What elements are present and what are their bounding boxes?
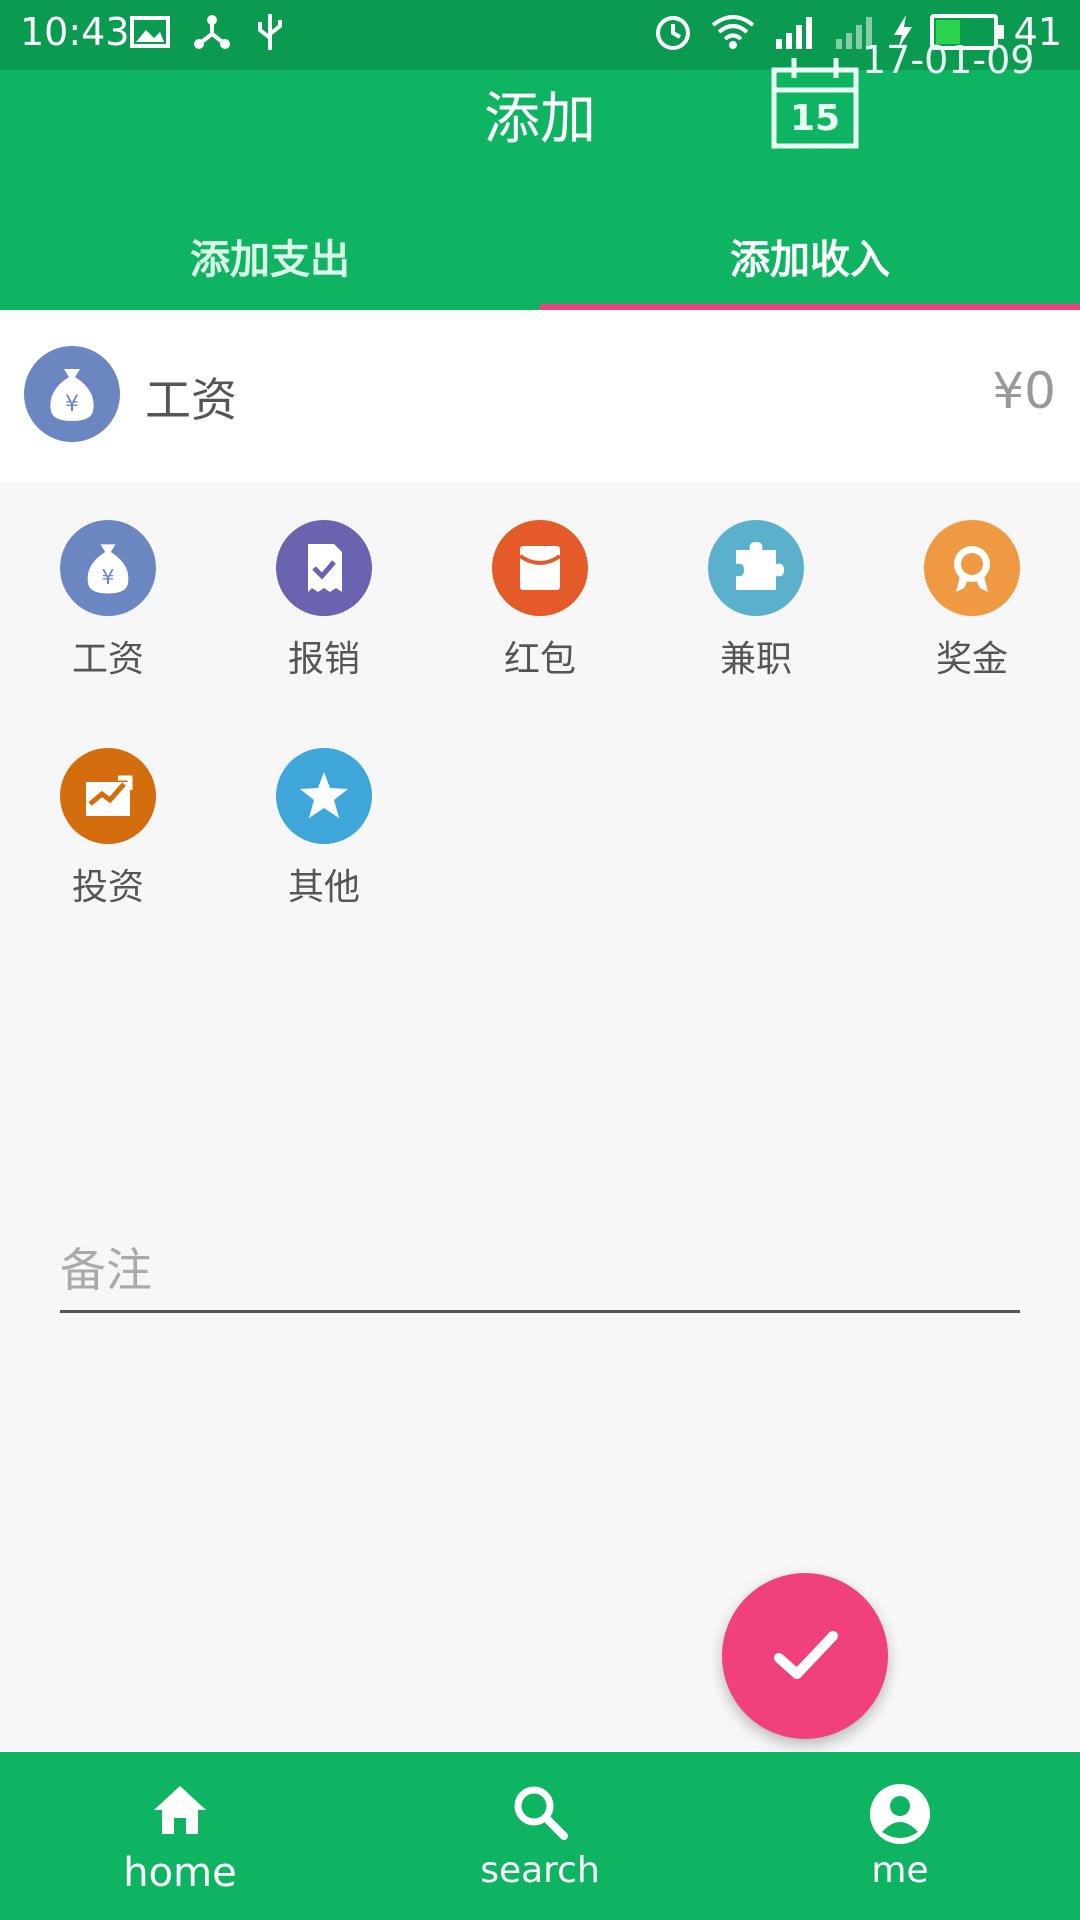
selected-category-row[interactable]: ¥ 工资 ¥0: [0, 312, 1080, 482]
category-label: 红包: [503, 639, 576, 680]
share-notification-icon: [194, 15, 230, 49]
status-time: 10:43: [20, 10, 130, 54]
alarm-icon: [655, 16, 690, 50]
usb-icon: [258, 14, 282, 50]
date-text[interactable]: 17-01-09: [862, 38, 1034, 82]
confirm-button[interactable]: [722, 1573, 888, 1739]
category-label: 工资: [71, 639, 144, 680]
tab-add-income[interactable]: 添加收入: [540, 210, 1080, 310]
category-investment[interactable]: 投资: [28, 748, 188, 910]
svg-text:¥: ¥: [65, 392, 79, 417]
category-label: 奖金: [935, 639, 1008, 680]
red-envelope-icon: [492, 520, 588, 616]
calendar-day: 15: [789, 98, 841, 139]
category-reimburse[interactable]: 报销: [244, 520, 404, 682]
nav-me[interactable]: me: [720, 1752, 1080, 1920]
signal-icon: [775, 17, 812, 49]
category-red-packet[interactable]: 红包: [460, 520, 620, 682]
nav-home[interactable]: home: [0, 1752, 360, 1920]
nav-search-label: search: [480, 1850, 600, 1891]
category-part-time[interactable]: 兼职: [676, 520, 836, 682]
tab-add-expense[interactable]: 添加支出: [0, 210, 540, 310]
note-input[interactable]: [60, 1230, 1020, 1313]
money-bag-icon: ¥: [24, 346, 120, 442]
nav-me-label: me: [871, 1850, 929, 1891]
category-other[interactable]: 其他: [244, 748, 404, 910]
image-notification-icon: [130, 16, 170, 48]
category-salary[interactable]: ¥ 工资: [28, 520, 188, 682]
wifi-icon: [711, 15, 754, 49]
category-label: 其他: [287, 867, 360, 908]
category-label: 报销: [287, 639, 360, 680]
tab-bar: 添加支出 添加收入: [0, 210, 1080, 310]
trend-chart-icon: [60, 748, 156, 844]
svg-text:¥: ¥: [101, 565, 114, 589]
home-icon: [154, 1786, 206, 1834]
puzzle-icon: [708, 520, 804, 616]
nav-home-label: home: [123, 1850, 237, 1896]
category-bonus[interactable]: 奖金: [892, 520, 1052, 682]
category-label: 投资: [71, 867, 144, 908]
amount-display[interactable]: ¥0: [992, 362, 1056, 420]
app-header: 添加 15 17-01-09 添加支出 添加收入: [0, 38, 1080, 310]
medal-icon: [924, 520, 1020, 616]
page-title: 添加: [484, 87, 596, 152]
money-bag-icon: ¥: [60, 520, 156, 616]
nav-search[interactable]: search: [360, 1752, 720, 1920]
checkmark-icon: [774, 1631, 838, 1679]
star-icon: [276, 748, 372, 844]
receipt-icon: [276, 520, 372, 616]
account-icon: [870, 1784, 930, 1844]
calendar-button[interactable]: 15: [770, 50, 860, 150]
category-label: 兼职: [719, 639, 792, 680]
selected-category-label: 工资: [145, 373, 237, 427]
search-icon: [514, 1786, 568, 1840]
bottom-navigation: home search me: [0, 1752, 1080, 1920]
